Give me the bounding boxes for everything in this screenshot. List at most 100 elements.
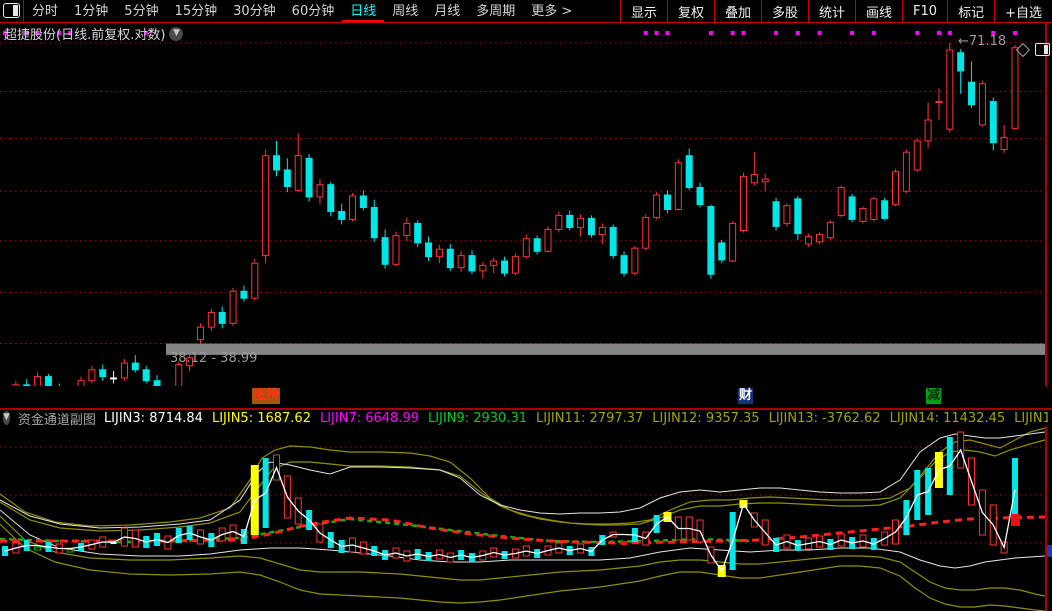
candle-body bbox=[1012, 48, 1018, 129]
signal-dot bbox=[872, 31, 876, 35]
candle-body bbox=[523, 239, 529, 257]
candle-body bbox=[295, 156, 301, 191]
menu-item-分时[interactable]: 分时 bbox=[24, 1, 66, 22]
info-tag-减[interactable]: 减 bbox=[926, 388, 941, 404]
chart-canvas[interactable] bbox=[0, 0, 1052, 611]
menu-item-更多 >[interactable]: 更多 > bbox=[523, 1, 580, 22]
signal-dot bbox=[796, 31, 800, 35]
toolbar-item-F10[interactable]: F10 bbox=[902, 0, 947, 22]
toolbar-item-显示[interactable]: 显示 bbox=[620, 0, 667, 22]
candle-body bbox=[762, 179, 768, 182]
candle-body bbox=[675, 163, 681, 210]
menu-item-1分钟[interactable]: 1分钟 bbox=[66, 1, 116, 22]
candle-body bbox=[979, 84, 985, 125]
candle-body bbox=[599, 227, 605, 234]
candle-body bbox=[469, 256, 475, 271]
candle-body bbox=[143, 370, 149, 381]
signal-dot bbox=[644, 31, 648, 35]
indicator-value: LIJIN3: 8714.84 bbox=[104, 411, 203, 426]
candle-body bbox=[632, 248, 638, 273]
diamond-icon[interactable] bbox=[1016, 42, 1030, 56]
indicator-value: LIJIN15: -5837.71 bbox=[1014, 411, 1048, 426]
candle-body bbox=[621, 256, 627, 273]
candle-body bbox=[817, 235, 823, 242]
channel-line bbox=[0, 428, 1045, 526]
candle-body bbox=[284, 170, 290, 187]
candle-body bbox=[317, 185, 323, 197]
candle-body bbox=[350, 196, 356, 219]
signal-dot bbox=[709, 31, 713, 35]
menu-item-周线[interactable]: 周线 bbox=[384, 1, 426, 22]
sub-tick-green bbox=[35, 547, 41, 550]
chart-title-bar[interactable]: 超捷股份(日线.前复权.对数) ▼ bbox=[4, 24, 183, 43]
candle-body bbox=[697, 187, 703, 204]
indicator-legend-bar: ▼ 资金通道副图 LIJIN3: 8714.84 LIJIN5: 1687.62 L… bbox=[0, 410, 1048, 426]
signal-dot bbox=[1013, 31, 1017, 35]
signal-dot bbox=[741, 31, 745, 35]
candle-body bbox=[111, 378, 117, 379]
menu-item-60分钟[interactable]: 60分钟 bbox=[284, 1, 343, 22]
menu-item-15分钟[interactable]: 15分钟 bbox=[167, 1, 226, 22]
menu-item-多周期[interactable]: 多周期 bbox=[468, 1, 523, 22]
signal-dot bbox=[915, 31, 919, 35]
candle-body bbox=[838, 187, 844, 215]
signal-dot bbox=[818, 31, 822, 35]
candle-body bbox=[458, 256, 464, 268]
candle-body bbox=[936, 102, 942, 103]
toolbar-item-复权[interactable]: 复权 bbox=[667, 0, 714, 22]
candle-body bbox=[567, 215, 573, 227]
info-tag-bar: 涨榜 财 减 bbox=[0, 386, 1052, 410]
gap-range-label: 38.12 - 38.99 bbox=[170, 351, 257, 366]
menu-item-5分钟[interactable]: 5分钟 bbox=[116, 1, 166, 22]
panel-toggle-icon[interactable] bbox=[3, 3, 20, 18]
candle-body bbox=[393, 236, 399, 265]
info-tag-财[interactable]: 财 bbox=[738, 388, 753, 404]
trading-app-window: 分时1分钟5分钟15分钟30分钟60分钟日线周线月线多周期更多 > 显示复权叠加… bbox=[0, 0, 1052, 611]
candle-body bbox=[121, 363, 127, 378]
split-pane-icon[interactable] bbox=[1035, 43, 1050, 56]
candle-body bbox=[328, 185, 334, 212]
candle-body bbox=[795, 199, 801, 234]
menu-item-月线[interactable]: 月线 bbox=[426, 1, 468, 22]
candle-body bbox=[447, 249, 453, 267]
toolbar-item-+自选[interactable]: +自选 bbox=[994, 0, 1052, 22]
indicator-value: LIJIN13: -3762.62 bbox=[769, 411, 881, 426]
candle-body bbox=[502, 261, 508, 273]
toolbar-item-标记[interactable]: 标记 bbox=[947, 0, 994, 22]
candle-body bbox=[197, 327, 203, 340]
candle-body bbox=[686, 156, 692, 188]
signal-dot bbox=[655, 31, 659, 35]
candle-body bbox=[708, 207, 714, 275]
candle-body bbox=[643, 217, 649, 248]
toolbar-item-画线[interactable]: 画线 bbox=[855, 0, 902, 22]
toolbar-item-多股[interactable]: 多股 bbox=[761, 0, 808, 22]
candle-body bbox=[588, 218, 594, 234]
candle-body bbox=[89, 370, 95, 381]
candle-body bbox=[382, 238, 388, 265]
gap-band bbox=[166, 344, 1045, 355]
candle-body bbox=[882, 201, 888, 219]
stock-title[interactable]: 超捷股份(日线.前复权.对数) bbox=[4, 24, 165, 43]
menu-item-30分钟[interactable]: 30分钟 bbox=[225, 1, 284, 22]
toolbar-item-统计[interactable]: 统计 bbox=[808, 0, 855, 22]
candle-body bbox=[360, 196, 366, 208]
candle-body bbox=[426, 243, 432, 257]
candle-body bbox=[871, 199, 877, 220]
info-tag-涨榜[interactable]: 涨榜 bbox=[252, 388, 280, 404]
menu-item-日线[interactable]: 日线 bbox=[342, 1, 384, 22]
signal-dot bbox=[850, 31, 854, 35]
indicator-value: LIJIN7: 6648.99 bbox=[320, 411, 419, 426]
high-price-label: ←71.18 bbox=[958, 34, 1006, 49]
signal-dot bbox=[774, 31, 778, 35]
period-menu: 分时1分钟5分钟15分钟30分钟60分钟日线周线月线多周期更多 > bbox=[24, 0, 580, 22]
candle-body bbox=[914, 141, 920, 170]
candle-body bbox=[903, 152, 909, 191]
indicator-value: LIJIN5: 1687.62 bbox=[212, 411, 311, 426]
signal-dot bbox=[731, 31, 735, 35]
candle-body bbox=[740, 176, 746, 230]
sub-mark-red-square bbox=[1011, 514, 1020, 526]
indicator-collapse-icon[interactable]: ▼ bbox=[3, 411, 10, 425]
indicator-name[interactable]: 资金通道副图 bbox=[18, 410, 96, 426]
chevron-down-icon[interactable]: ▼ bbox=[169, 27, 183, 41]
toolbar-item-叠加[interactable]: 叠加 bbox=[714, 0, 761, 22]
